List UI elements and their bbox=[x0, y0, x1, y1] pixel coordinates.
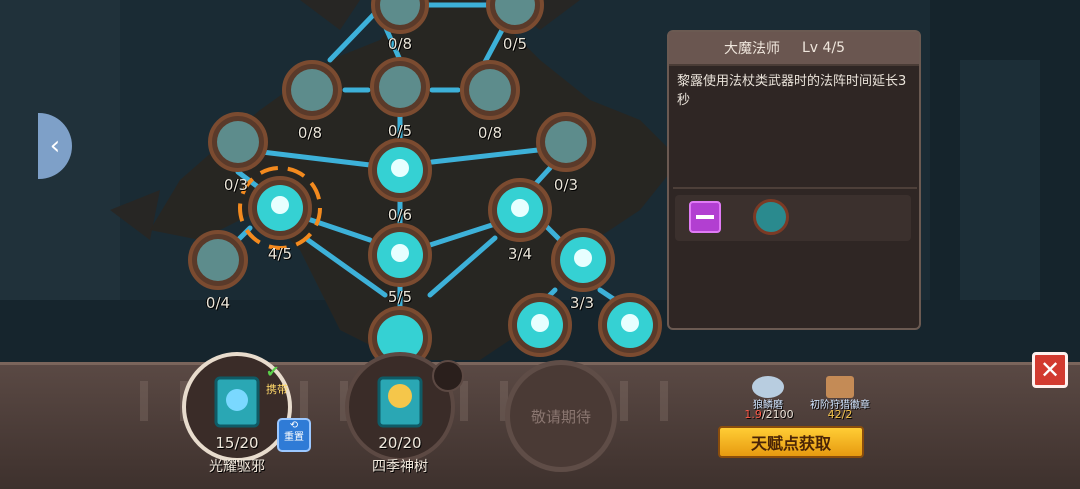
reset-button[interactable]: ⟲ 重置 bbox=[277, 418, 311, 452]
node-label-r2-center: 0/8 bbox=[387, 35, 413, 53]
node-label-r2-right: 0/5 bbox=[502, 35, 528, 53]
node-label-left-lower: 0/4 bbox=[205, 294, 231, 312]
minus-icon bbox=[696, 215, 714, 219]
talent-node-left-lower[interactable] bbox=[188, 230, 248, 290]
talent-node-mid-left[interactable] bbox=[282, 60, 342, 120]
node-label-mid-center: 0/5 bbox=[387, 122, 413, 140]
resource-count-1: 1.9/2100 bbox=[744, 408, 794, 421]
node-label-right-lower: 3/3 bbox=[569, 294, 595, 312]
node-label-right-upper: 0/3 bbox=[553, 176, 579, 194]
divider bbox=[673, 187, 917, 189]
talent-node-right-upper[interactable] bbox=[536, 112, 596, 172]
talent-node-top-left[interactable] bbox=[371, 0, 429, 34]
badge-resource-icon bbox=[826, 376, 854, 398]
talent-node-right-lower[interactable] bbox=[551, 228, 615, 292]
book-count-1: 15/20 bbox=[215, 434, 259, 452]
node-label-left-upper: 0/3 bbox=[223, 176, 249, 194]
talent-node-mid-right[interactable] bbox=[460, 60, 520, 120]
close-icon: ✕ bbox=[1039, 356, 1061, 384]
talent-points-button[interactable]: 天赋点获取 bbox=[718, 426, 864, 458]
talent-node-center-lower[interactable] bbox=[368, 223, 432, 287]
book-2-badge bbox=[432, 360, 464, 392]
talent-node-left-upper[interactable] bbox=[208, 112, 268, 172]
talent-level: Lv 4/5 bbox=[802, 40, 846, 56]
book-count-2: 20/20 bbox=[378, 434, 422, 452]
book-name-1: 光耀驱邪 bbox=[209, 459, 265, 475]
coming-soon-label: 敬请期待 bbox=[530, 407, 591, 426]
talent-description: 黎露使用法杖类武器时的法阵时间延长3秒 bbox=[677, 74, 907, 108]
talent-node-top-right[interactable] bbox=[486, 0, 544, 34]
node-label-mid-right: 0/8 bbox=[477, 124, 503, 142]
talent-slot bbox=[675, 195, 911, 241]
node-label-center: 0/6 bbox=[387, 206, 413, 224]
talent-name: 大魔法师 bbox=[724, 41, 780, 57]
reset-label: 重置 bbox=[284, 432, 304, 443]
chevron-left-icon: ‹ bbox=[49, 131, 61, 161]
talent-node-mid-center[interactable] bbox=[370, 57, 430, 117]
node-label-center-lower: 5/5 bbox=[387, 288, 413, 306]
talent-node-center[interactable] bbox=[368, 138, 432, 202]
node-label-mid-left: 0/8 bbox=[297, 124, 323, 142]
coming-soon-slot: 敬请期待 bbox=[505, 360, 617, 472]
check-icon: ✔ bbox=[266, 362, 280, 381]
remove-point-button[interactable] bbox=[689, 201, 721, 233]
scale-resource-icon bbox=[752, 376, 784, 398]
node-label-right-mid: 3/4 bbox=[507, 245, 533, 263]
close-button[interactable]: ✕ bbox=[1032, 352, 1068, 388]
reset-icon: ⟲ bbox=[289, 420, 299, 431]
talent-icon bbox=[753, 199, 789, 235]
resource-count-2: 42/2 bbox=[827, 408, 853, 421]
info-header: 大魔法师 Lv 4/5 bbox=[669, 32, 919, 66]
book-name-2: 四季神树 bbox=[372, 459, 428, 475]
talent-info-panel: 大魔法师 Lv 4/5 黎露使用法杖类武器时的法阵时间延长3秒 bbox=[667, 30, 921, 330]
carry-badge: ✔ 携带 bbox=[266, 362, 300, 396]
carry-label: 携带 bbox=[266, 383, 288, 396]
node-label-selected: 4/5 bbox=[267, 245, 293, 263]
